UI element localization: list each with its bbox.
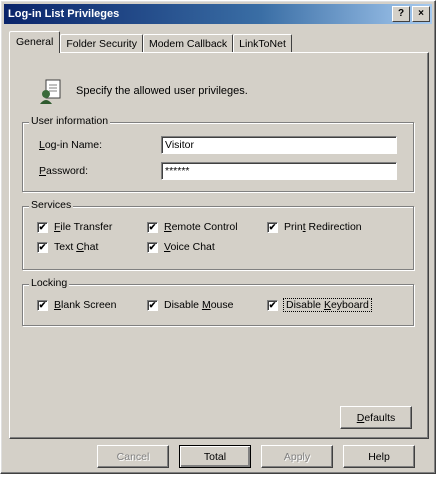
blank-screen-checkbox[interactable]: ✔ Blank Screen (37, 299, 116, 311)
blank-screen-label: Blank Screen (54, 299, 117, 311)
defaults-button[interactable]: Defaults (340, 406, 412, 429)
login-name-label: Log-in Name: (39, 139, 103, 151)
tab-folder-security[interactable]: Folder Security (60, 34, 143, 53)
checkbox-box[interactable]: ✔ (37, 221, 48, 233)
text-chat-label: Text Chat (54, 241, 99, 253)
user-information-legend: User information (29, 115, 111, 127)
checkbox-box[interactable]: ✔ (267, 299, 278, 311)
tab-general[interactable]: General (9, 31, 61, 53)
close-icon[interactable]: × (412, 6, 430, 22)
tab-modem-callback[interactable]: Modem Callback (142, 34, 234, 53)
password-input[interactable] (161, 162, 397, 180)
voice-chat-label: Voice Chat (164, 241, 215, 253)
disable-keyboard-checkbox[interactable]: ✔ Disable Keyboard (267, 298, 372, 312)
checkbox-box[interactable]: ✔ (267, 221, 278, 233)
services-legend: Services (29, 199, 74, 211)
voice-chat-checkbox[interactable]: ✔ Voice Chat (147, 241, 215, 253)
window-title: Log-in List Privileges (8, 8, 120, 20)
remote-control-checkbox[interactable]: ✔ Remote Control (147, 221, 238, 233)
locking-legend: Locking (29, 277, 70, 289)
apply-button[interactable]: Apply (261, 445, 333, 468)
defaults-button-label: Defaults (356, 411, 396, 424)
intro-text: Specify the allowed user privileges. (76, 85, 248, 97)
checkbox-box[interactable]: ✔ (147, 299, 158, 311)
text-chat-checkbox[interactable]: ✔ Text Chat (37, 241, 98, 253)
password-label: Password: (39, 165, 89, 177)
remote-control-label: Remote Control (164, 221, 238, 233)
file-transfer-label: File Transfer (54, 221, 113, 233)
dialog-window: Log-in List Privileges ? × General Folde… (0, 0, 436, 474)
disable-mouse-label: Disable Mouse (164, 299, 234, 311)
title-bar[interactable]: Log-in List Privileges ? × (4, 4, 432, 24)
locking-group: Locking ✔ Blank Screen ✔ Disable Mouse ✔… (22, 277, 414, 326)
checkbox-box[interactable]: ✔ (147, 241, 158, 253)
intro-row: Specify the allowed user privileges. (38, 77, 248, 105)
services-group: Services ✔ File Transfer ✔ Remote Contro… (22, 199, 414, 270)
help-button[interactable]: Help (343, 445, 415, 468)
cancel-button[interactable]: Cancel (97, 445, 169, 468)
file-transfer-checkbox[interactable]: ✔ File Transfer (37, 221, 112, 233)
checkbox-box[interactable]: ✔ (37, 299, 48, 311)
general-tab-panel: Specify the allowed user privileges. Use… (9, 52, 429, 439)
user-privileges-icon (40, 79, 61, 104)
ok-button[interactable]: Total (179, 445, 251, 468)
tab-linktonet[interactable]: LinkToNet (233, 34, 292, 53)
user-information-group: User information Log-in Name: Password: (22, 115, 414, 192)
disable-keyboard-label: Disable Keyboard (283, 298, 372, 312)
help-icon[interactable]: ? (392, 6, 410, 22)
print-redirection-label: Print Redirection (284, 221, 362, 233)
checkbox-box[interactable]: ✔ (147, 221, 158, 233)
print-redirection-checkbox[interactable]: ✔ Print Redirection (267, 221, 362, 233)
checkbox-box[interactable]: ✔ (37, 241, 48, 253)
disable-mouse-checkbox[interactable]: ✔ Disable Mouse (147, 299, 233, 311)
login-name-input[interactable] (161, 136, 397, 154)
tab-strip: General Folder Security Modem Callback L… (9, 31, 292, 53)
